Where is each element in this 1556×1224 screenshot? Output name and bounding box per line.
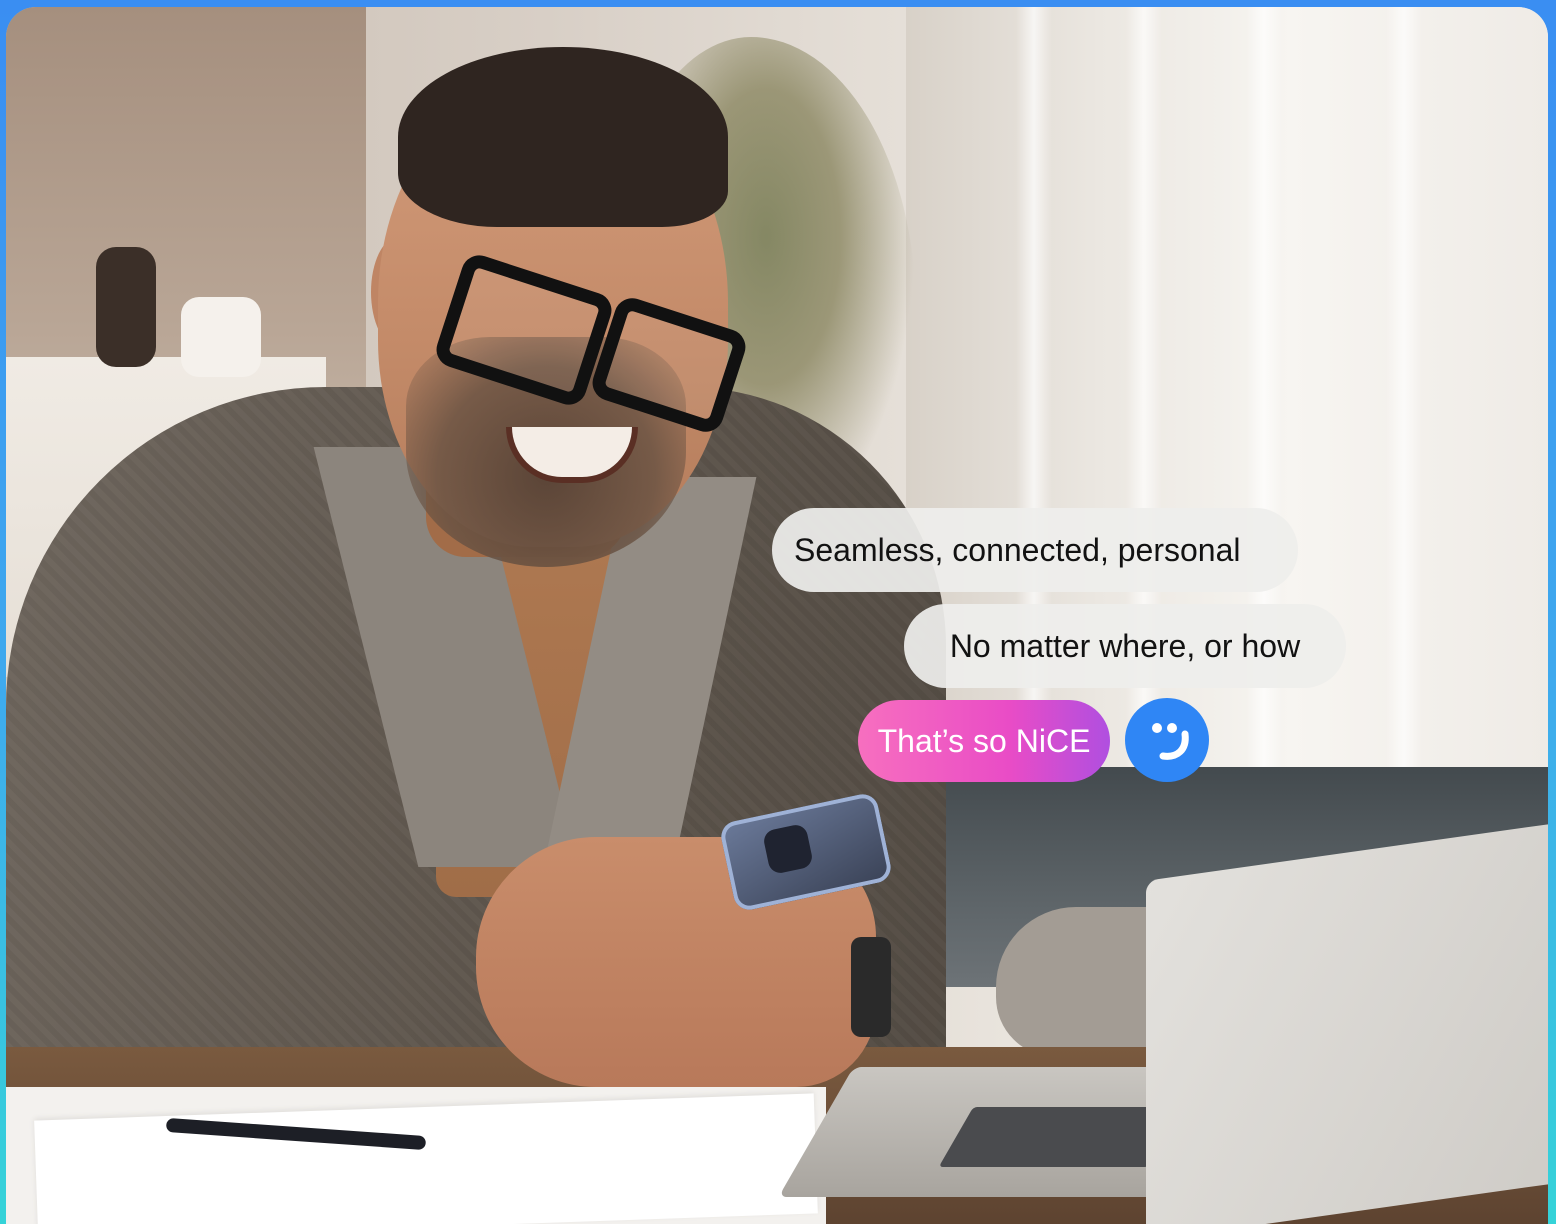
background-vase (96, 247, 156, 367)
chat-bubble-no-matter: No matter where, or how (904, 604, 1346, 688)
glasses-lens-left (431, 250, 617, 410)
wink-smiley-icon (1125, 698, 1209, 782)
glasses (416, 232, 756, 437)
chat-bubble-text: That’s so NiCE (877, 722, 1091, 759)
curtain-fold (1386, 7, 1422, 867)
chat-bubble-text: No matter where, or how (949, 627, 1301, 664)
chat-bubble-nice: That’s so NiCE (858, 700, 1110, 782)
background-pot (181, 297, 261, 377)
chat-bubble-seamless: Seamless, connected, personal (772, 508, 1298, 592)
laptop-lid (1146, 823, 1548, 1224)
hair (398, 47, 728, 227)
curtain-fold (1246, 7, 1282, 867)
wristwatch (851, 937, 891, 1037)
chat-bubble-text: Seamless, connected, personal (794, 531, 1241, 568)
